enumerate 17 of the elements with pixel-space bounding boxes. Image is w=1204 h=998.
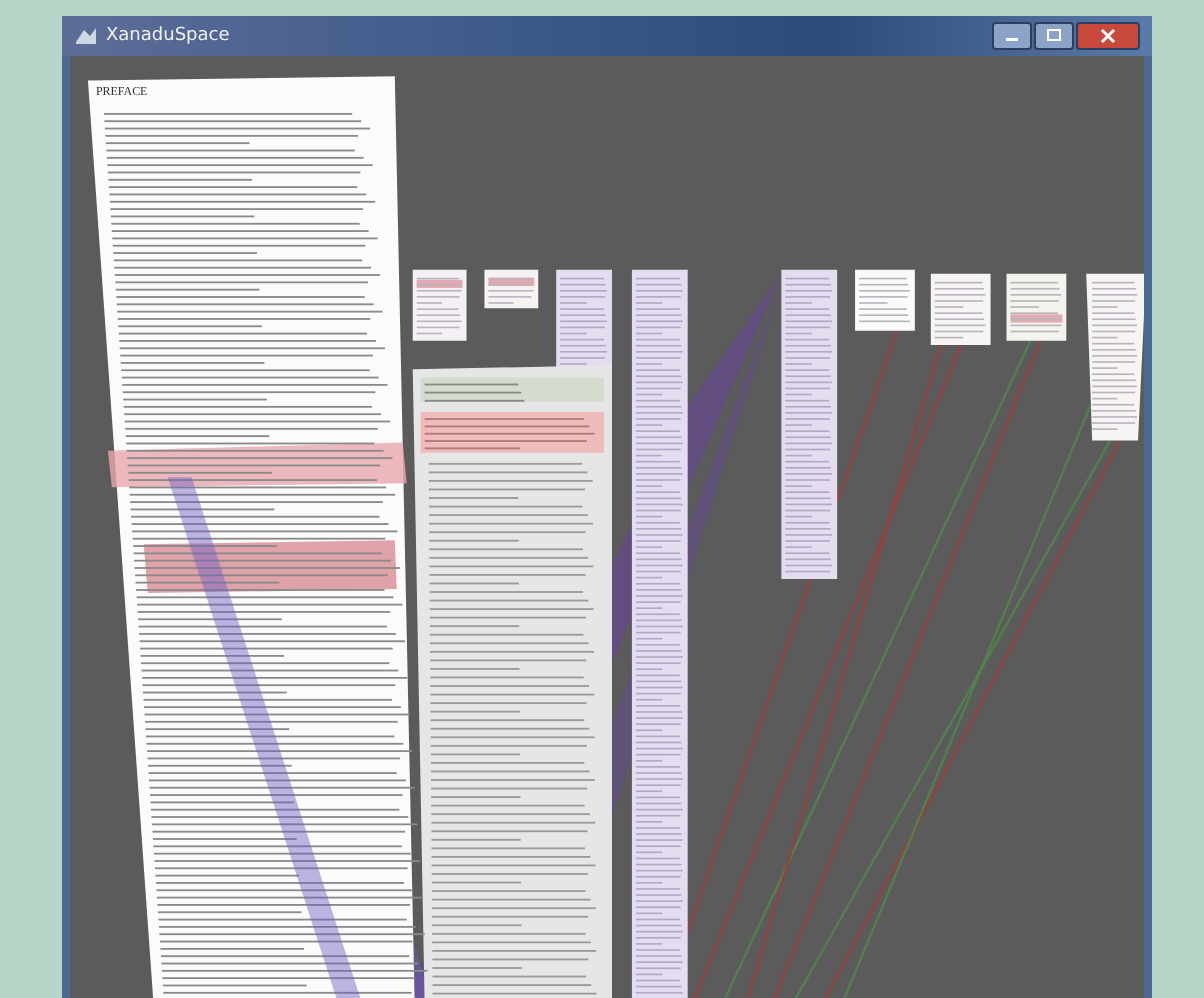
document-thumbnail[interactable] [412, 269, 467, 341]
document-column[interactable] [556, 269, 612, 372]
document-page[interactable] [412, 365, 612, 998]
document-thumbnail[interactable] [855, 269, 915, 331]
document-page[interactable] [87, 76, 428, 998]
window-title: XanaduSpace [106, 26, 230, 46]
document-thumbnail[interactable] [1086, 273, 1144, 441]
document-thumbnail[interactable] [930, 273, 991, 345]
document-column[interactable] [781, 269, 838, 579]
close-button[interactable] [1076, 22, 1140, 50]
minimize-button[interactable] [992, 22, 1032, 50]
maximize-icon [1044, 28, 1064, 44]
maximize-button[interactable] [1034, 22, 1074, 50]
close-icon [1098, 28, 1118, 44]
document-thumbnail[interactable] [484, 269, 539, 309]
app-icon [74, 24, 98, 48]
document-thumbnail[interactable] [1006, 273, 1067, 341]
